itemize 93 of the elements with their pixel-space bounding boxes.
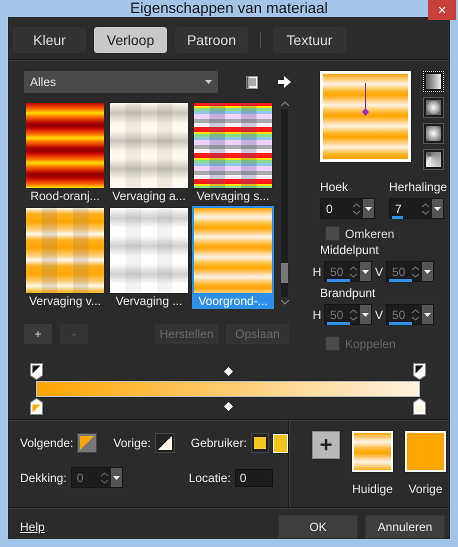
preset-name: Vervaging v... xyxy=(29,293,101,309)
gradient-preset[interactable]: Vervaging ... xyxy=(108,206,190,309)
number-spinner[interactable]: 50 xyxy=(324,304,372,325)
spinner-value: 0 xyxy=(76,470,84,484)
spin-arrows-icon[interactable] xyxy=(421,202,430,216)
spinner-value: 7 xyxy=(394,202,403,216)
color-stop-marker[interactable] xyxy=(413,398,426,415)
chevron-down-icon[interactable] xyxy=(280,300,288,305)
caret-icon[interactable] xyxy=(112,476,120,480)
add-swatch-button[interactable]: + xyxy=(312,431,340,459)
swatch-label: Huidige xyxy=(352,482,393,496)
gradient-preset[interactable]: Vervaging v... xyxy=(24,206,106,309)
previous-color-swatch[interactable] xyxy=(405,431,446,472)
axis-label: H xyxy=(312,264,322,278)
field-label: Locatie: xyxy=(188,470,231,484)
field-label: Volgende: xyxy=(20,436,74,450)
preset-name: Rood-oranj... xyxy=(30,188,100,204)
user-color-button[interactable] xyxy=(250,433,269,453)
help-link[interactable]: Help xyxy=(20,520,45,534)
caret-icon[interactable] xyxy=(424,270,431,274)
spinner-value: 50 xyxy=(329,264,344,278)
angle-handle[interactable] xyxy=(361,83,370,117)
preset-name: Vervaging a... xyxy=(112,188,186,204)
axis-label: V xyxy=(374,308,384,322)
checkbox-label: Omkeren xyxy=(345,226,394,240)
caret-icon[interactable] xyxy=(365,206,372,210)
gradient-preset[interactable]: Vervaging a... xyxy=(108,101,190,204)
scrollbar-thumb[interactable] xyxy=(281,263,288,283)
previous-color-button[interactable] xyxy=(154,433,175,453)
preset-name: Voorgrond-... xyxy=(198,293,268,309)
document-icon[interactable] xyxy=(246,76,258,88)
caret-icon[interactable] xyxy=(434,206,441,210)
spinner-value: 0 xyxy=(325,202,334,216)
preset-name: Vervaging s... xyxy=(196,188,270,204)
cancel-button[interactable]: Annuleren xyxy=(365,515,445,539)
caret-icon[interactable] xyxy=(362,270,369,274)
location-field[interactable]: 0 xyxy=(234,468,273,486)
checkbox[interactable] xyxy=(325,226,340,241)
tab[interactable]: Verloop xyxy=(94,27,167,53)
section-label: Brandpunt xyxy=(320,286,376,301)
current-gradient-swatch[interactable] xyxy=(352,431,393,472)
caret-icon xyxy=(205,80,212,84)
spinner-value: 50 xyxy=(391,264,406,278)
checkbox-label: Koppelen xyxy=(345,336,396,350)
spin-arrows-icon[interactable] xyxy=(349,308,358,322)
color-stop-marker[interactable] xyxy=(413,363,426,380)
number-spinner[interactable]: 50 xyxy=(386,261,434,282)
color-stop-marker[interactable] xyxy=(30,363,43,380)
preset-name: Vervaging ... xyxy=(116,293,182,309)
spin-arrows-icon[interactable] xyxy=(411,264,420,278)
field-label: Herhalinge xyxy=(389,180,448,195)
spinner-value: 50 xyxy=(391,308,406,322)
spin-arrows-icon[interactable] xyxy=(411,308,420,322)
field-label: Gebruiker: xyxy=(190,436,247,450)
category-dropdown[interactable]: Alles xyxy=(24,71,218,93)
close-button[interactable]: ✕ xyxy=(428,0,456,20)
arrow-right-icon[interactable] xyxy=(278,76,291,88)
number-spinner[interactable]: 50 xyxy=(386,304,434,325)
midpoint-diamond-icon[interactable] xyxy=(224,402,232,411)
next-color-button[interactable] xyxy=(77,433,98,453)
tab[interactable]: Patroon xyxy=(175,27,248,53)
tab[interactable]: Textuur xyxy=(273,27,346,53)
caret-icon[interactable] xyxy=(424,312,431,316)
tab[interactable]: Kleur xyxy=(13,27,86,53)
gradient-style-button[interactable] xyxy=(423,149,444,170)
color-stop-marker[interactable] xyxy=(30,398,43,415)
scrollbar-track[interactable] xyxy=(281,109,288,297)
spinner-value: 50 xyxy=(329,308,344,322)
gradient-style-button[interactable] xyxy=(423,123,444,144)
user-color-swatch[interactable] xyxy=(272,434,288,452)
spin-arrows-icon[interactable] xyxy=(352,202,361,216)
field-label: Vorige: xyxy=(113,436,151,450)
number-spinner[interactable]: 50 xyxy=(324,261,372,282)
add-button[interactable]: + xyxy=(24,324,52,344)
midpoint-diamond-icon[interactable] xyxy=(224,367,232,376)
opacity-spinner[interactable]: 0 xyxy=(70,467,123,488)
chevron-up-icon[interactable] xyxy=(280,101,288,106)
axis-label: V xyxy=(374,264,384,278)
swatch-label: Vorige xyxy=(408,482,443,496)
axis-label: H xyxy=(312,308,322,322)
number-spinner[interactable]: 0 xyxy=(320,198,375,219)
section-label: Middelpunt xyxy=(320,243,380,258)
ok-button[interactable]: OK xyxy=(278,515,358,539)
caret-icon[interactable] xyxy=(362,312,369,316)
gradient-preset[interactable]: Rood-oranj... xyxy=(24,101,106,204)
field-label: Hoek xyxy=(320,180,350,195)
gradient-preset[interactable]: Vervaging s... xyxy=(192,101,274,204)
gradient-style-button[interactable] xyxy=(423,97,444,118)
field-label: Dekking: xyxy=(20,470,67,484)
spin-arrows-icon[interactable] xyxy=(349,264,358,278)
window-title: Eigenschappen van materiaal xyxy=(130,0,328,17)
spin-arrows-icon[interactable] xyxy=(100,470,109,484)
number-spinner[interactable]: 7 xyxy=(389,198,444,219)
